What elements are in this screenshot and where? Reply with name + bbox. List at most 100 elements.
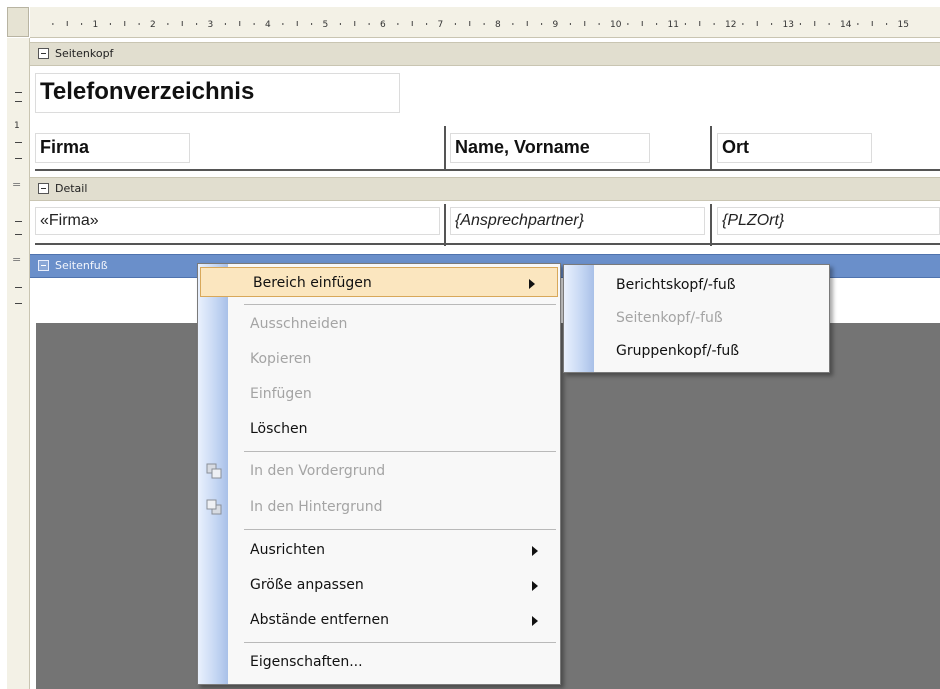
menu-item-ausschneiden[interactable]: Ausschneiden — [198, 309, 560, 339]
collapse-icon[interactable] — [38, 183, 49, 194]
ruler-number: 4 — [265, 20, 271, 30]
menu-item-in-den-hintergrund[interactable]: In den Hintergrund — [198, 492, 560, 522]
bring-to-front-icon — [206, 463, 222, 479]
ruler-tick — [354, 21, 356, 26]
menu-item-label: Löschen — [250, 421, 308, 437]
ruler-tick — [411, 21, 413, 26]
ruler-tick — [167, 23, 169, 25]
detail-field-plzort[interactable]: {PLZOrt} — [717, 207, 940, 235]
column-divider — [444, 126, 446, 170]
collapse-icon[interactable] — [38, 48, 49, 59]
submenu-bereich-einfuegen: Berichtskopf/-fuß Seitenkopf/-fuß Gruppe… — [563, 264, 830, 373]
ruler-tick — [713, 23, 715, 25]
ruler-tick — [799, 23, 801, 25]
ruler-tick — [569, 23, 571, 25]
ruler-number: 3 — [208, 20, 214, 30]
report-title-field[interactable]: Telefonverzeichnis — [35, 73, 400, 113]
column-divider — [444, 204, 446, 246]
ruler-tick — [857, 23, 859, 25]
submenu-arrow-icon — [532, 616, 538, 626]
menu-item-label: Eigenschaften... — [250, 654, 363, 670]
ruler-tick — [196, 23, 198, 25]
ruler-tick — [886, 23, 888, 25]
ruler-tick — [469, 21, 471, 26]
menu-item-label: Größe anpassen — [250, 577, 364, 593]
menu-separator — [244, 642, 556, 643]
detail-field-firma[interactable]: «Firma» — [35, 207, 440, 235]
ruler-tick — [109, 23, 111, 25]
ruler-tick — [15, 101, 22, 102]
ruler-tick — [627, 23, 629, 25]
ruler-tick — [684, 23, 686, 25]
menu-item-einfuegen[interactable]: Einfügen — [198, 379, 560, 409]
ruler-number: 15 — [898, 20, 909, 30]
column-divider — [710, 126, 712, 170]
column-header-firma[interactable]: Firma — [35, 133, 190, 163]
ruler-number: 14 — [840, 20, 852, 30]
submenu-item-berichtskopf[interactable]: Berichtskopf/-fuß — [564, 270, 829, 300]
ruler-tick — [15, 287, 22, 288]
ruler-tick — [296, 21, 298, 26]
submenu-arrow-icon — [532, 546, 538, 556]
section-label: Detail — [55, 182, 88, 195]
ruler-number: 1 — [14, 121, 20, 131]
menu-separator — [244, 529, 556, 530]
ruler-tick — [138, 23, 140, 25]
section-marker: = — [12, 178, 22, 191]
submenu-item-gruppenkopf[interactable]: Gruppenkopf/-fuß — [564, 336, 829, 366]
menu-item-kopieren[interactable]: Kopieren — [198, 344, 560, 374]
ruler-number: 2 — [150, 20, 156, 30]
menu-item-abstaende-entfernen[interactable]: Abstände entfernen — [198, 605, 560, 635]
menu-item-eigenschaften[interactable]: Eigenschaften... — [198, 647, 560, 677]
ruler-tick — [756, 21, 758, 26]
ruler-number: 7 — [438, 20, 444, 30]
ruler-tick — [81, 23, 83, 25]
menu-item-loeschen[interactable]: Löschen — [198, 414, 560, 444]
menu-item-label: Bereich einfügen — [253, 275, 372, 291]
ruler-tick — [526, 21, 528, 26]
section-bar-detail[interactable]: Detail — [30, 177, 940, 201]
collapse-icon[interactable] — [38, 260, 49, 271]
ruler-tick — [512, 23, 514, 25]
ruler-tick — [15, 158, 22, 159]
ruler-tick — [339, 23, 341, 25]
ruler-tick — [814, 21, 816, 26]
ruler-number: 1 — [93, 20, 99, 30]
menu-item-in-den-vordergrund[interactable]: In den Vordergrund — [198, 456, 560, 486]
ruler-tick — [253, 23, 255, 25]
horizontal-ruler[interactable]: 1 2 3 4 5 6 7 8 9 10 11 12 13 14 15 — [30, 7, 940, 38]
send-to-back-icon — [206, 499, 222, 515]
menu-item-label: Einfügen — [250, 386, 312, 402]
ruler-tick — [454, 23, 456, 25]
menu-item-groesse-anpassen[interactable]: Größe anpassen — [198, 570, 560, 600]
menu-item-label: Gruppenkopf/-fuß — [616, 343, 740, 359]
ruler-tick — [397, 23, 399, 25]
section-bar-page-header[interactable]: Seitenkopf — [30, 42, 940, 66]
ruler-tick — [15, 303, 22, 304]
submenu-item-seitenkopf[interactable]: Seitenkopf/-fuß — [564, 303, 829, 333]
column-header-name[interactable]: Name, Vorname — [450, 133, 650, 163]
vertical-ruler[interactable]: 1 = = — [7, 38, 30, 689]
menu-item-label: Ausrichten — [250, 542, 325, 558]
ruler-tick — [224, 23, 226, 25]
ruler-number: 9 — [553, 20, 559, 30]
ruler-tick — [282, 23, 284, 25]
menu-item-label: Kopieren — [250, 351, 312, 367]
detail-field-ansprechpartner[interactable]: {Ansprechpartner} — [450, 207, 705, 235]
header-underline — [35, 169, 940, 171]
ruler-tick — [641, 21, 643, 26]
menu-item-label: In den Vordergrund — [250, 463, 386, 479]
menu-item-ausrichten[interactable]: Ausrichten — [198, 535, 560, 565]
section-marker: = — [12, 253, 22, 266]
menu-item-label: Abstände entfernen — [250, 612, 390, 628]
section-label: Seitenfuß — [55, 259, 108, 272]
section-label: Seitenkopf — [55, 47, 114, 60]
menu-item-bereich-einfuegen[interactable]: Bereich einfügen — [200, 267, 558, 297]
column-header-ort[interactable]: Ort — [717, 133, 872, 163]
ruler-tick — [124, 21, 126, 26]
ruler-tick — [483, 23, 485, 25]
ruler-tick — [52, 23, 54, 25]
ruler-number: 13 — [783, 20, 794, 30]
ruler-tick — [871, 21, 873, 26]
menu-separator — [244, 304, 556, 305]
